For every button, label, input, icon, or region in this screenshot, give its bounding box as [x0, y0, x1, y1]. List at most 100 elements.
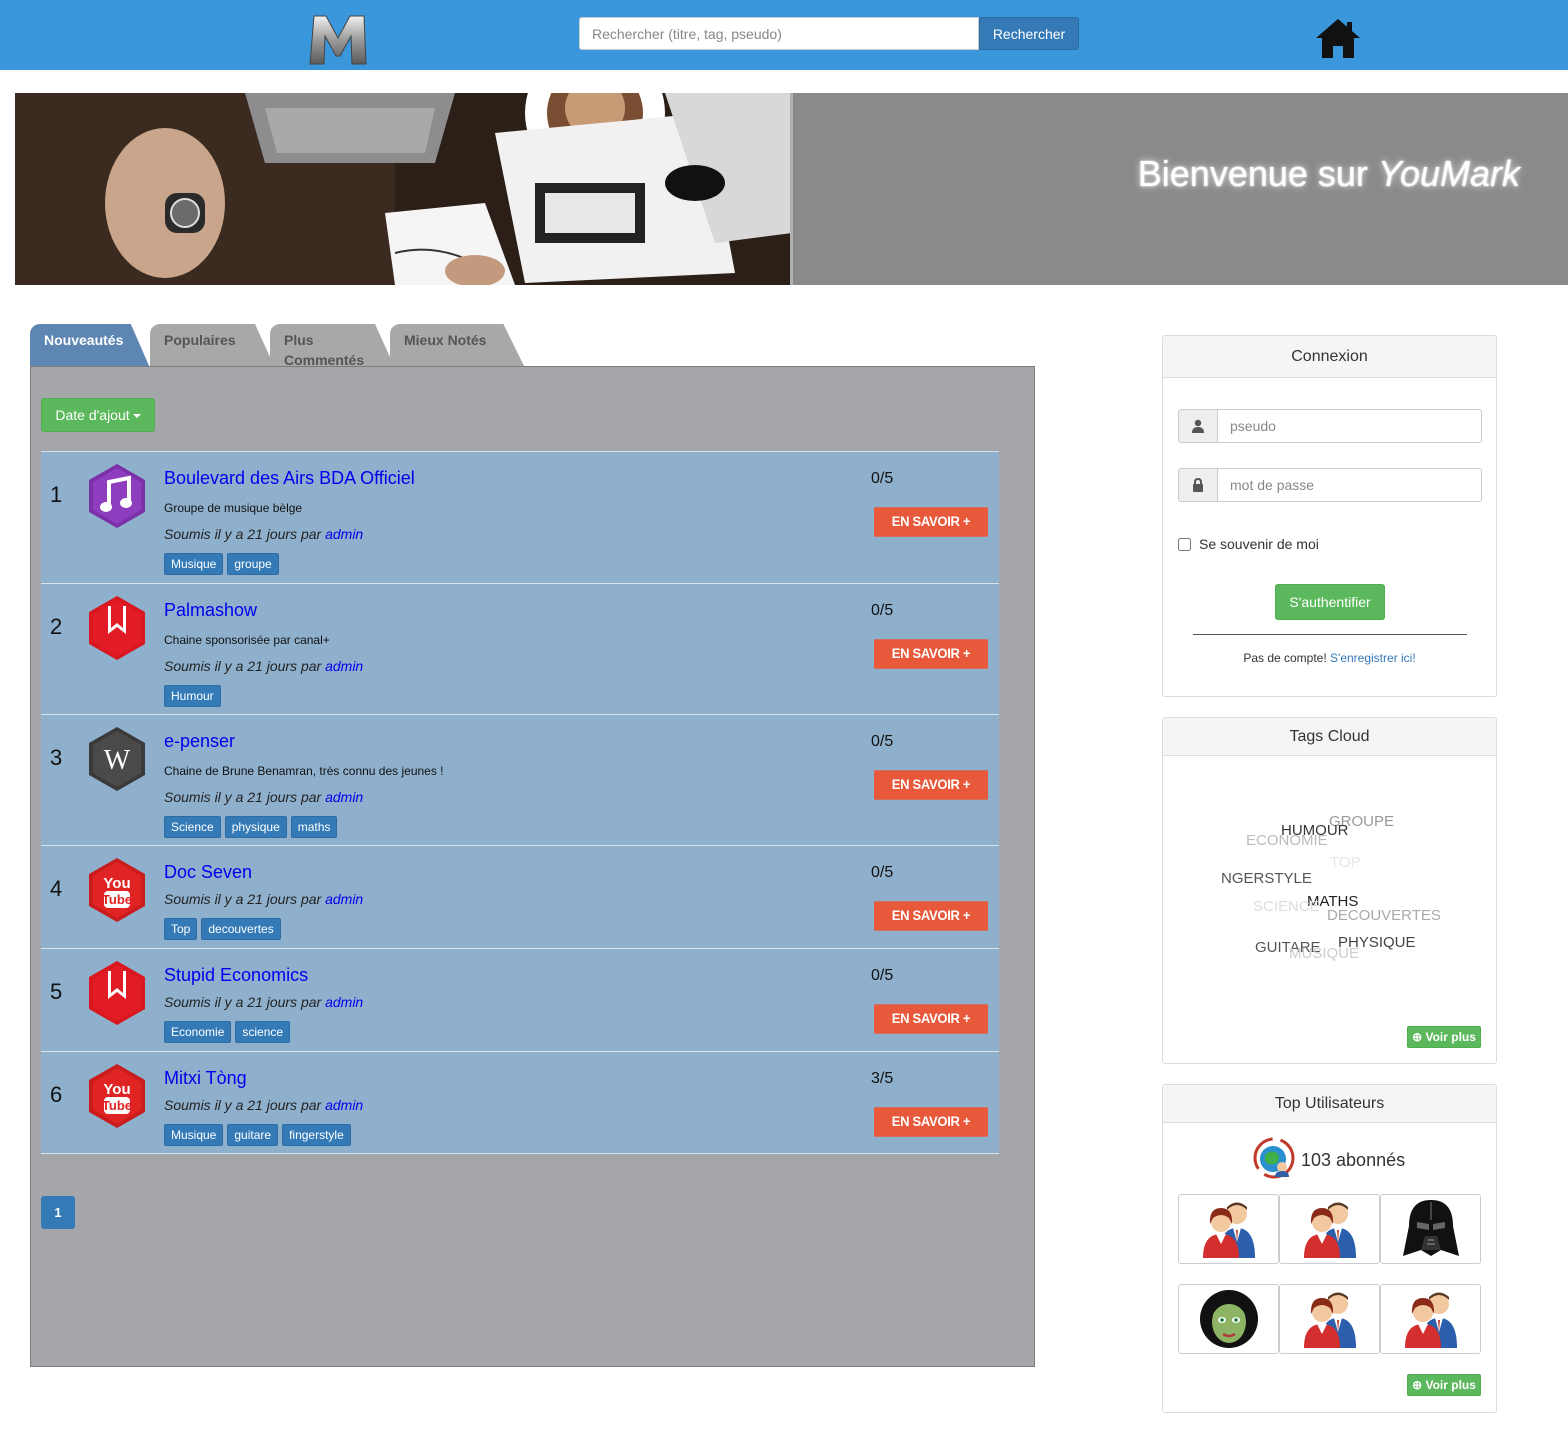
tag-list: Science physique maths	[164, 816, 338, 838]
en-savoir-plus-button[interactable]: EN SAVOIR +	[874, 1107, 988, 1137]
user-avatar[interactable]	[1279, 1284, 1380, 1354]
user-avatar[interactable]	[1178, 1284, 1279, 1354]
item-title-link[interactable]: Doc Seven	[164, 862, 252, 883]
sort-dropdown-button[interactable]: Date d'ajout	[41, 398, 155, 432]
youtube-icon: You Tube	[87, 856, 147, 924]
en-savoir-plus-button[interactable]: EN SAVOIR +	[874, 901, 988, 931]
user-icon	[1178, 409, 1218, 443]
tags-cloud-panel: Tags Cloud GROUPE HUMOUR ECONOMIE TOP NG…	[1162, 717, 1497, 1064]
tab-plus-commentes[interactable]: Plus Commentés	[270, 324, 395, 368]
tag-list: Humour	[164, 685, 221, 707]
search-input[interactable]	[579, 17, 979, 50]
tag-badge[interactable]: maths	[290, 816, 338, 838]
tag-badge[interactable]: Humour	[164, 685, 221, 707]
tag-badge[interactable]: Musique	[164, 553, 224, 575]
item-meta: Soumis il y a 21 jours par admin	[164, 789, 364, 805]
tag-badge[interactable]: physique	[224, 816, 287, 838]
tag-badge[interactable]: Economie	[164, 1021, 232, 1043]
home-icon[interactable]	[1314, 16, 1362, 60]
username-field[interactable]	[1218, 409, 1482, 443]
banner-photo	[15, 93, 792, 285]
item-meta: Soumis il y a 21 jours par admin	[164, 1097, 364, 1113]
author-link[interactable]: admin	[325, 1097, 363, 1113]
music-note-icon	[87, 462, 147, 530]
tag-badge[interactable]: guitare	[227, 1124, 279, 1146]
item-rank: 6	[50, 1082, 63, 1107]
user-avatar[interactable]	[1380, 1284, 1481, 1354]
lock-icon	[1178, 468, 1218, 502]
item-title-link[interactable]: Boulevard des Airs BDA Officiel	[164, 468, 415, 489]
voir-plus-users-button[interactable]: ⊕ Voir plus	[1407, 1374, 1481, 1396]
register-prompt: Pas de compte! S'enregistrer ici!	[1243, 651, 1416, 665]
item-title-link[interactable]: Palmashow	[164, 600, 257, 621]
en-savoir-plus-button[interactable]: EN SAVOIR +	[874, 1004, 988, 1034]
pagination-page-1[interactable]: 1	[41, 1196, 75, 1229]
author-link[interactable]: admin	[325, 658, 363, 674]
cloud-tag-musique[interactable]: MUSIQUE	[1289, 945, 1359, 962]
tab-populaires[interactable]: Populaires	[150, 324, 275, 368]
tag-badge[interactable]: Top	[164, 918, 198, 940]
remember-me-label: Se souvenir de moi	[1199, 536, 1319, 552]
item-meta: Soumis il y a 21 jours par admin	[164, 994, 364, 1010]
cloud-tag-economie[interactable]: ECONOMIE	[1246, 832, 1328, 849]
search-button[interactable]: Rechercher	[979, 17, 1079, 50]
search-form: Rechercher	[579, 17, 1079, 50]
svg-text:W: W	[104, 745, 131, 776]
tags-cloud-title: Tags Cloud	[1163, 718, 1496, 756]
user-avatar[interactable]	[1178, 1194, 1279, 1264]
item-score: 0/5	[871, 470, 894, 487]
en-savoir-plus-button[interactable]: EN SAVOIR +	[874, 507, 988, 537]
remember-me-checkbox[interactable]	[1178, 537, 1191, 551]
svg-text:Tube: Tube	[102, 892, 132, 907]
item-meta: Soumis il y a 21 jours par admin	[164, 526, 364, 542]
item-rank: 5	[50, 979, 63, 1004]
en-savoir-plus-button[interactable]: EN SAVOIR +	[874, 639, 988, 669]
item-title-link[interactable]: Mitxi Tòng	[164, 1068, 247, 1089]
list-item: 4 You Tube Doc Seven Soumis il y a 21 jou…	[41, 845, 999, 948]
item-score: 0/5	[871, 967, 894, 984]
item-title-link[interactable]: e-penser	[164, 731, 235, 752]
tag-list: Top decouvertes	[164, 918, 281, 940]
tag-badge[interactable]: decouvertes	[201, 918, 281, 940]
remember-me[interactable]: Se souvenir de moi	[1178, 536, 1319, 552]
item-title-link[interactable]: Stupid Economics	[164, 965, 308, 986]
tag-badge[interactable]: science	[235, 1021, 291, 1043]
tab-nouveautes[interactable]: Nouveautés	[30, 324, 150, 368]
tag-badge[interactable]: Musique	[164, 1124, 224, 1146]
user-avatar[interactable]	[1279, 1194, 1380, 1264]
cloud-tag-science[interactable]: SCIENCE	[1253, 898, 1320, 915]
tag-badge[interactable]: groupe	[227, 553, 279, 575]
item-rank: 4	[50, 876, 63, 901]
globe-users-icon	[1253, 1137, 1295, 1184]
tag-badge[interactable]: fingerstyle	[282, 1124, 351, 1146]
item-score: 0/5	[871, 602, 894, 619]
tab-mieux-notes[interactable]: Mieux Notés	[390, 324, 525, 368]
item-score: 3/5	[871, 1070, 894, 1087]
register-link[interactable]: S'enregistrer ici!	[1330, 651, 1416, 665]
cloud-tag-fingerstyle[interactable]: NGERSTYLE	[1221, 870, 1312, 887]
tag-cloud: GROUPE HUMOUR ECONOMIE TOP NGERSTYLE MAT…	[1163, 756, 1496, 1026]
cloud-tag-top[interactable]: TOP	[1330, 854, 1361, 871]
tag-badge[interactable]: Science	[164, 816, 221, 838]
item-rank: 2	[50, 614, 63, 639]
cloud-tag-decouvertes[interactable]: DECOUVERTES	[1327, 907, 1441, 924]
user-avatar[interactable]	[1380, 1194, 1481, 1264]
top-users-title: Top Utilisateurs	[1163, 1085, 1496, 1123]
author-link[interactable]: admin	[325, 891, 363, 907]
m-logo-icon[interactable]	[306, 12, 370, 66]
author-link[interactable]: admin	[325, 526, 363, 542]
password-field[interactable]	[1218, 468, 1482, 502]
subscriber-count: 103 abonnés	[1253, 1137, 1405, 1184]
bookmark-icon	[87, 594, 147, 662]
author-link[interactable]: admin	[325, 789, 363, 805]
top-users-panel: Top Utilisateurs 103 abonnés ⊕ Voir plus	[1162, 1084, 1497, 1413]
voir-plus-tags-button[interactable]: ⊕ Voir plus	[1407, 1026, 1481, 1048]
en-savoir-plus-button[interactable]: EN SAVOIR +	[874, 770, 988, 800]
author-link[interactable]: admin	[325, 994, 363, 1010]
channel-list: 1 Boulevard des Airs BDA Officiel Groupe…	[41, 451, 999, 1154]
login-button[interactable]: S'authentifier	[1275, 584, 1385, 620]
brand-name: YouMark	[1377, 153, 1520, 194]
tag-list: Musique groupe	[164, 553, 279, 575]
list-item: 3 W e-penser Chaine de Brune Benamran, t…	[41, 714, 999, 845]
list-item: 1 Boulevard des Airs BDA Officiel Groupe…	[41, 451, 999, 583]
